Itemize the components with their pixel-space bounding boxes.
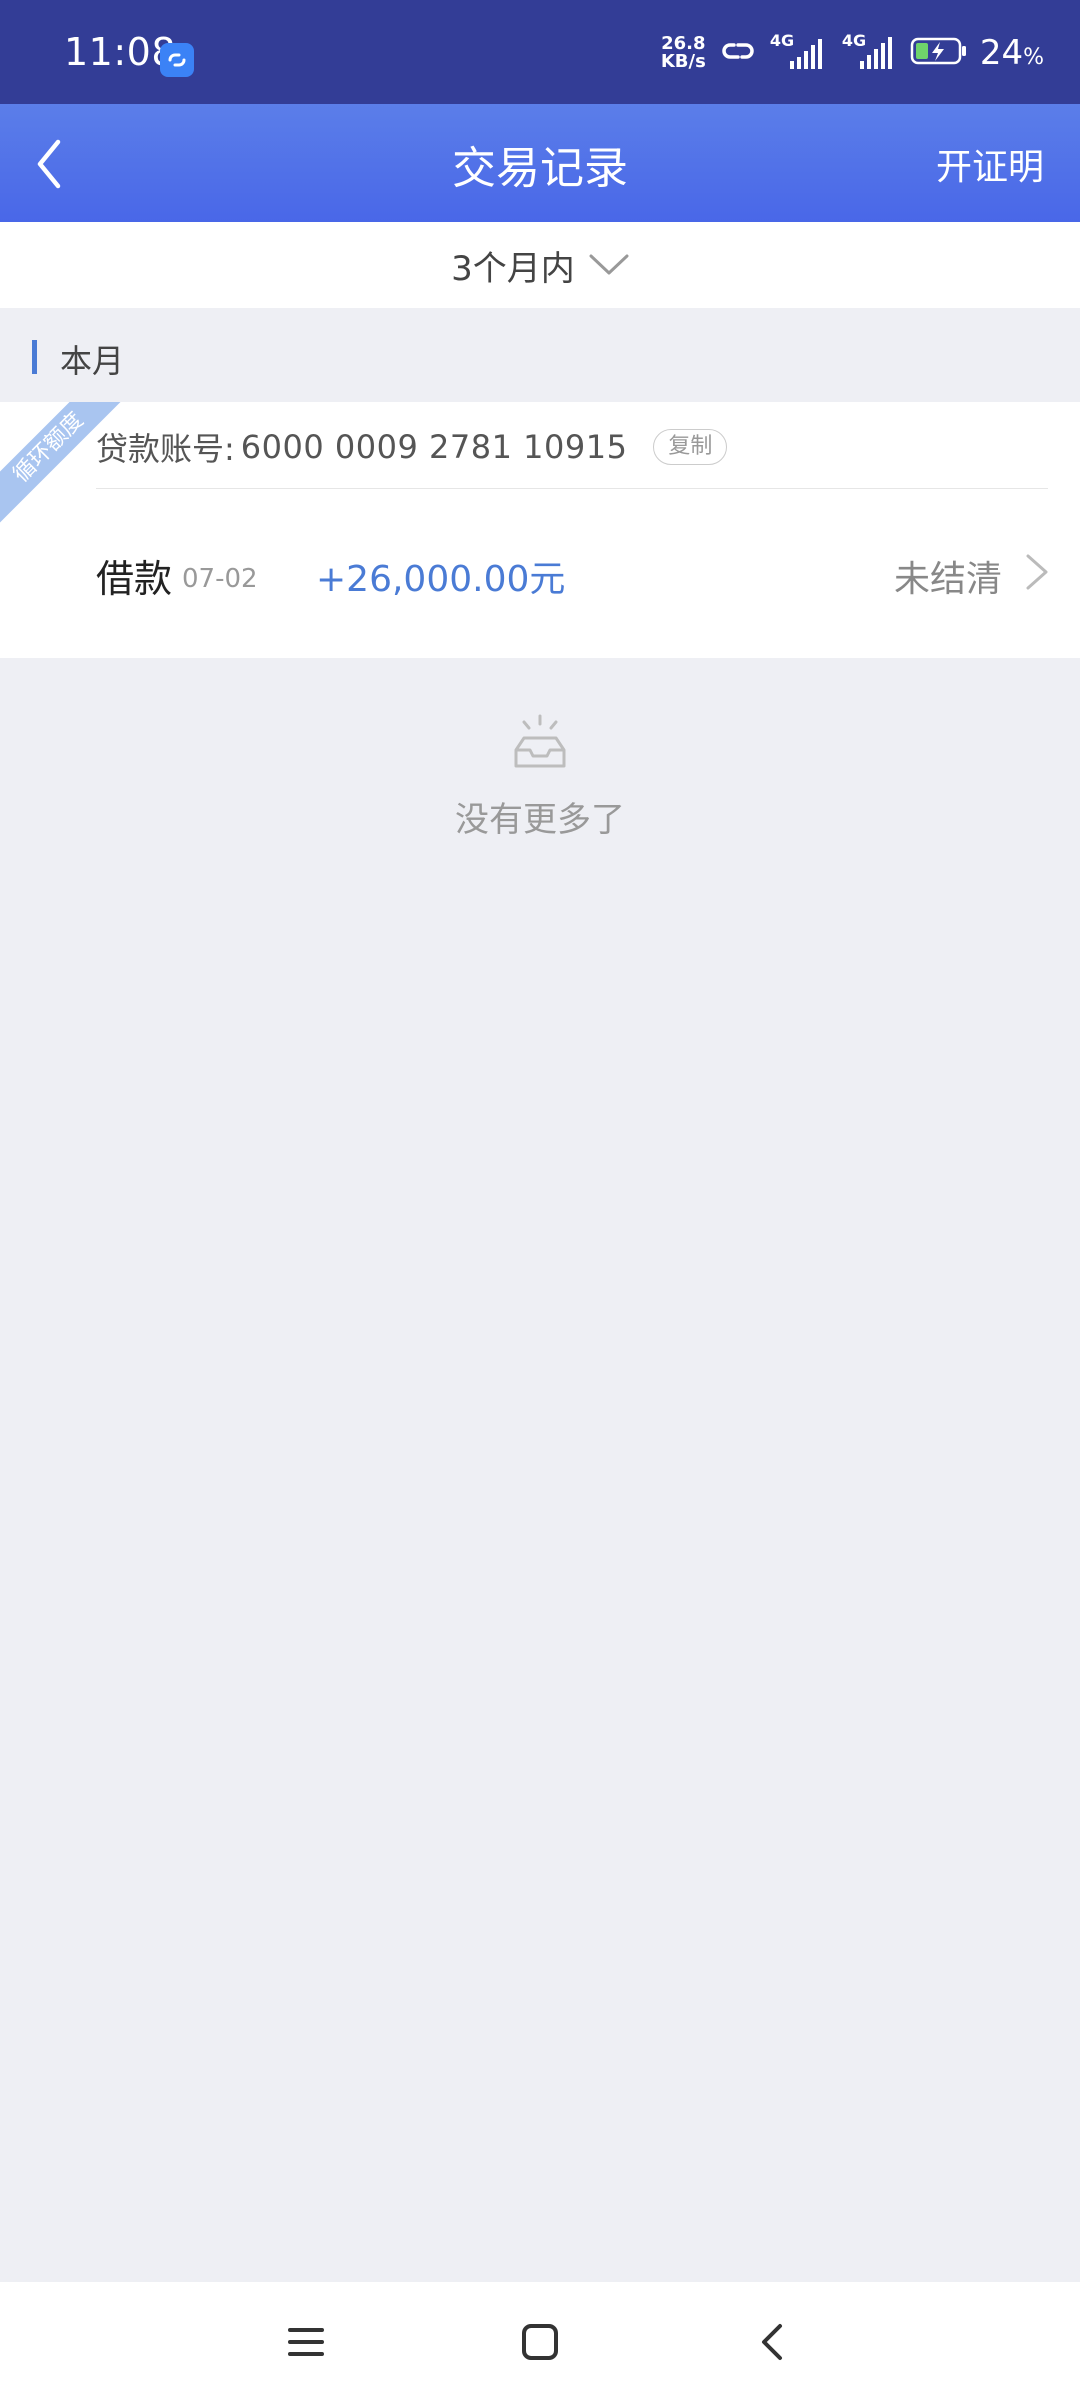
empty-state-text: 没有更多了 xyxy=(455,800,625,840)
section-label: 本月 xyxy=(60,342,125,380)
revolving-credit-ribbon: 循环额度 xyxy=(0,402,144,543)
signal-icon-sim2: 4G xyxy=(842,31,898,73)
transaction-type: 借款 xyxy=(96,557,173,601)
battery-percent-value: 24 xyxy=(979,33,1024,73)
network-speed-unit: KB/s xyxy=(660,51,706,72)
battery-charging-icon xyxy=(910,36,968,70)
time-range-filter[interactable]: 3个月内 xyxy=(0,222,1080,308)
page-title: 交易记录 xyxy=(452,143,628,194)
loan-record-card: 循环额度 贷款账号: 6000 0009 2781 10915 复制 借款 07… xyxy=(0,402,1080,658)
system-navigation-bar xyxy=(0,2282,1080,2400)
issue-certificate-button[interactable]: 开证明 xyxy=(936,138,1044,190)
link-app-icon xyxy=(160,43,194,77)
battery-percent-unit: % xyxy=(1023,45,1044,70)
network-speed: 26.8 KB/s xyxy=(661,35,706,71)
home-icon[interactable] xyxy=(516,2318,564,2366)
transaction-row[interactable]: 借款 07-02 +26,000.00元 未结清 xyxy=(96,542,1050,602)
transaction-amount: +26,000.00元 xyxy=(316,559,566,600)
battery-percent: 24% xyxy=(980,33,1044,73)
chevron-down-icon xyxy=(589,254,629,275)
transaction-date: 07-02 xyxy=(182,564,258,594)
signal-icon-sim1: 4G xyxy=(770,31,830,73)
empty-tray-icon xyxy=(514,714,566,768)
copy-button[interactable]: 复制 xyxy=(653,429,728,465)
month-section-header: 本月 xyxy=(0,308,1080,402)
loan-account-number: 6000 0009 2781 10915 xyxy=(240,428,628,466)
hotspot-link-icon xyxy=(718,36,758,70)
loan-account-label: 贷款账号: xyxy=(96,430,235,468)
status-indicators: 26.8 KB/s 4G 4G 24% xyxy=(661,30,1044,76)
status-bar: 11:08 26.8 KB/s 4G 4G 24% xyxy=(0,0,1080,104)
menu-icon[interactable] xyxy=(282,2318,330,2366)
back-nav-icon[interactable] xyxy=(750,2318,798,2366)
card-divider xyxy=(96,488,1048,489)
time-range-label: 3个月内 xyxy=(451,248,575,289)
navigation-bar: 交易记录 开证明 xyxy=(0,104,1080,222)
chevron-right-icon xyxy=(1026,554,1048,590)
loan-account-row: 贷款账号: 6000 0009 2781 10915 复制 xyxy=(96,424,728,470)
empty-state: 没有更多了 xyxy=(0,712,1080,841)
transaction-status: 未结清 xyxy=(893,559,1002,600)
section-accent-bar xyxy=(32,340,37,374)
